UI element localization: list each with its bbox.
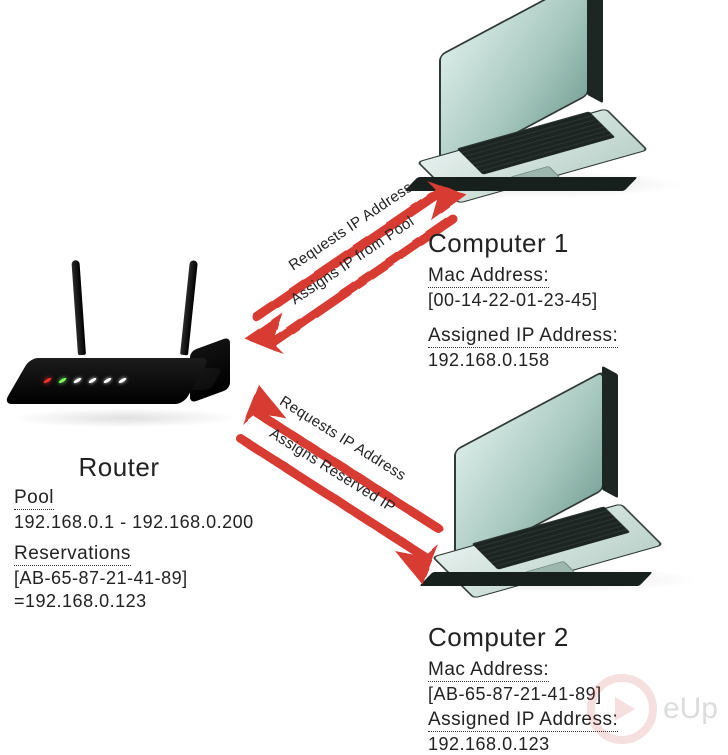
computer-1-ip-value: 192.168.0.158 [428, 350, 708, 371]
computer-1-mac-heading: Mac Address: [428, 265, 549, 288]
router-pool-heading: Pool [14, 487, 54, 510]
computer-1-ip-heading: Assigned IP Address: [428, 325, 618, 348]
router-antenna-icon [180, 260, 198, 355]
computer-1-title: Computer 1 [428, 228, 708, 259]
computer-2-ip-heading: Assigned IP Address: [428, 709, 618, 732]
router-reservations-heading: Reservations [14, 543, 131, 566]
router-title: Router [14, 452, 224, 483]
router-device [30, 290, 250, 450]
computer-1-device [405, 15, 665, 225]
computer-2-mac-value: [AB-65-87-21-41-89] [428, 684, 718, 705]
router-led-icons [42, 378, 128, 383]
router-pool-range: 192.168.0.1 - 192.168.0.200 [14, 512, 284, 533]
router-reservation-ip: =192.168.0.123 [14, 591, 284, 612]
router-reservation-mac: [AB-65-87-21-41-89] [14, 568, 284, 589]
computer-2-mac-heading: Mac Address: [428, 659, 549, 682]
computer-2-title: Computer 2 [428, 622, 718, 653]
router-antenna-icon [71, 260, 86, 355]
computer-1-mac-value: [00-14-22-01-23-45] [428, 290, 708, 311]
computer-2-device [420, 410, 680, 620]
